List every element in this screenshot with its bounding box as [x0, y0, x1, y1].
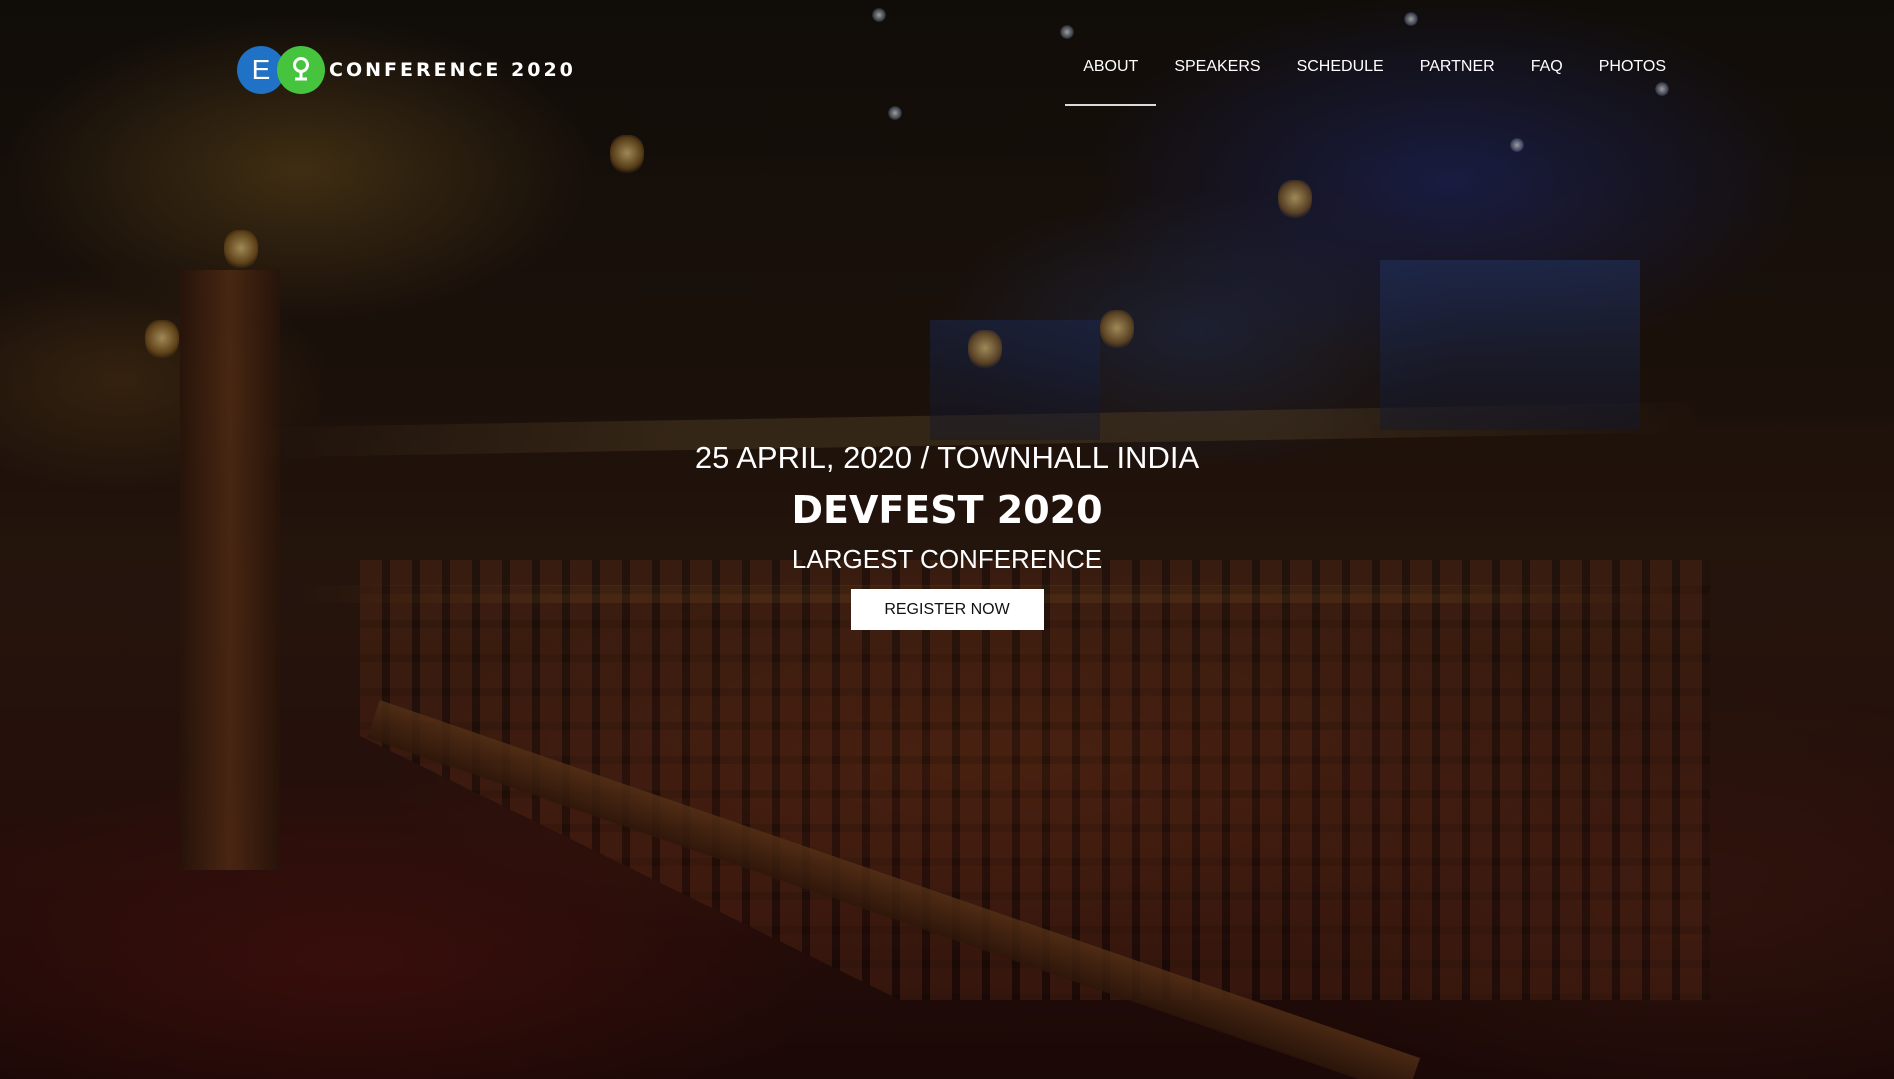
site-logo[interactable]: E CONFERENCE 2020 [237, 44, 576, 96]
logo-mark: E [237, 44, 327, 96]
event-tagline: LARGEST CONFERENCE [791, 544, 1103, 574]
event-title: DEVFEST 2020 [791, 488, 1103, 532]
register-button[interactable]: REGISTER NOW [850, 589, 1044, 630]
nav-item-partner[interactable]: PARTNER [1402, 48, 1513, 106]
hero-content: 25 APRIL, 2020 / TOWNHALL INDIA DEVFEST … [0, 440, 1894, 630]
hero-section: E CONFERENCE 2020 ABOUT SPEAKERS SCHEDUL… [0, 0, 1894, 1079]
main-nav: ABOUT SPEAKERS SCHEDULE PARTNER FAQ PHOT… [1065, 48, 1684, 106]
event-date-location: 25 APRIL, 2020 / TOWNHALL INDIA [694, 440, 1200, 475]
nav-item-schedule[interactable]: SCHEDULE [1279, 48, 1402, 106]
nav-item-speakers[interactable]: SPEAKERS [1156, 48, 1278, 106]
location-pin-icon [293, 57, 309, 81]
site-header: E CONFERENCE 2020 ABOUT SPEAKERS SCHEDUL… [0, 0, 1894, 110]
nav-item-about[interactable]: ABOUT [1065, 48, 1157, 106]
site-name: CONFERENCE 2020 [329, 59, 576, 81]
nav-item-faq[interactable]: FAQ [1513, 48, 1581, 106]
logo-circle-green [277, 46, 325, 94]
nav-item-photos[interactable]: PHOTOS [1581, 48, 1684, 106]
